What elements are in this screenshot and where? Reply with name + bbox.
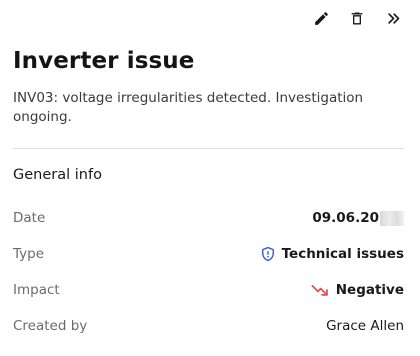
info-row-created-by: Created by Grace Allen — [13, 315, 404, 337]
trash-icon — [349, 10, 365, 27]
delete-button[interactable] — [344, 7, 370, 29]
type-label: Type — [13, 246, 45, 262]
date-value: 09.06.20 — [312, 210, 379, 226]
issue-description: INV03: voltage irregularities detected. … — [13, 90, 364, 125]
panel-toolbar — [308, 7, 406, 29]
type-value: Technical issues — [281, 246, 404, 262]
info-row-date: Date 09.06.20 — [13, 207, 404, 229]
double-chevron-right-icon — [386, 11, 401, 26]
impact-value-wrap: Negative — [311, 282, 404, 298]
shield-icon — [261, 246, 275, 262]
pencil-icon — [313, 10, 330, 27]
type-value-wrap: Technical issues — [261, 246, 404, 262]
created-by-value: Grace Allen — [326, 318, 404, 334]
collapse-panel-button[interactable] — [380, 7, 406, 29]
date-label: Date — [13, 210, 46, 226]
redacted-blur — [380, 210, 404, 226]
issue-detail-panel: Inverter issue INV03: voltage irregulari… — [0, 0, 420, 356]
info-row-type: Type Technical issues — [13, 243, 404, 265]
created-by-value-wrap: Grace Allen — [326, 318, 404, 334]
section-divider — [13, 148, 404, 149]
edit-button[interactable] — [308, 7, 334, 29]
general-info-heading: General info — [13, 167, 102, 183]
impact-value: Negative — [335, 282, 404, 298]
impact-label: Impact — [13, 282, 60, 298]
trend-down-icon — [311, 283, 329, 297]
date-value-wrap: 09.06.20 — [312, 210, 404, 226]
issue-title: Inverter issue — [13, 48, 195, 74]
created-by-label: Created by — [13, 318, 88, 334]
info-row-impact: Impact Negative — [13, 279, 404, 301]
